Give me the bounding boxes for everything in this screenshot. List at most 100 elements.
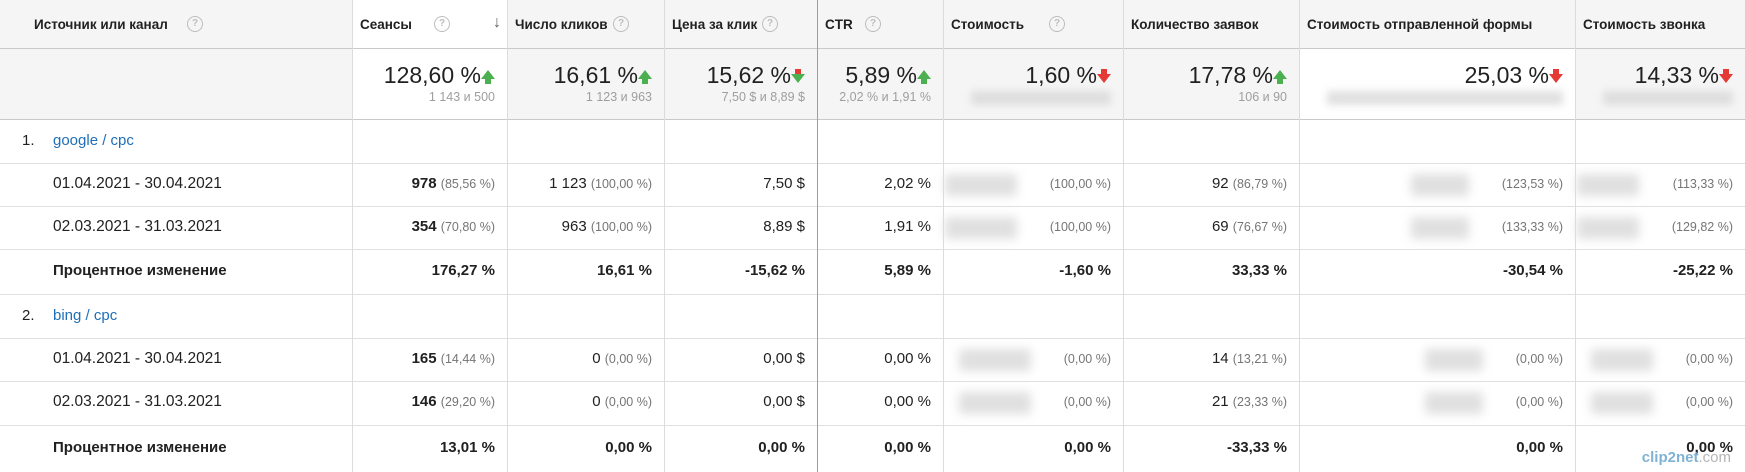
cell-main: 0,00 $ [763,349,805,367]
cell-value: 16,61 % [597,262,652,279]
cell-value: 0 (0,00 %) [592,393,652,410]
cell-percent: (100,00 %) [590,219,652,234]
cell-percent: (76,67 %) [1232,219,1287,234]
column-header-0[interactable]: Источник или канал? [0,0,352,49]
totals-cell-1: 128,60 % 1 143 и 500 [352,49,507,119]
arrow-up-icon [917,70,931,84]
group-link[interactable]: bing / cpc [53,307,117,324]
arrow-down-icon [791,69,805,83]
cell-value: (100,00 %) [1050,175,1111,192]
cell-main: 7,50 $ [763,174,805,192]
watermark: clip2net.com [1642,449,1731,466]
row-label: 02.03.2021 - 31.03.2021 [53,393,222,410]
row-label: Процентное изменение [53,438,227,456]
cell-main: 5,89 % [884,261,931,279]
cell-value: 165 (14,44 %) [412,350,495,367]
total-change-value: 1,60 % [1025,62,1097,88]
watermark-brand: clip2net [1641,449,1699,466]
cell-value: 69 (76,67 %) [1212,218,1287,235]
cell-value: (129,82 %) [1672,218,1733,235]
cell-value: 92 (86,79 %) [1212,175,1287,192]
table-row: 02.03.2021 - 31.03.2021 354 (70,80 %) 963 … [0,206,1745,249]
group-row[interactable]: 2. bing / cpc [0,294,1745,338]
total-compare-values: 1 123 и 963 [585,90,652,104]
cell-main: 978 [411,174,437,192]
sort-down-icon[interactable]: ↓ [493,14,501,32]
totals-cell-5: 1,60 % [943,49,1123,119]
cell-main: 0,00 % [884,349,931,367]
help-icon[interactable]: ? [762,16,778,32]
column-header-5[interactable]: Стоимость? [943,0,1123,49]
help-icon[interactable]: ? [1049,16,1065,32]
column-header-label: Стоимость отправленной формы [1307,17,1533,32]
help-icon[interactable]: ? [434,16,450,32]
cell-main: 0,00 % [605,438,652,456]
help-icon[interactable]: ? [187,16,203,32]
cell-value: 978 (85,56 %) [412,175,495,192]
help-icon[interactable]: ? [613,16,629,32]
column-header-1[interactable]: Сеансы? ↓ [352,0,507,49]
cell-percent: (100,00 %) [1049,176,1111,191]
cell-main: -15,62 % [744,261,805,279]
arrow-up-icon [638,70,652,84]
cell-main: 176,27 % [431,261,495,279]
total-compare-values: 106 и 90 [1238,90,1287,104]
column-header-8[interactable]: Стоимость звонка [1575,0,1745,49]
cell-value: 8,89 $ [763,218,805,235]
cell-main: 0 [592,349,601,367]
group-number: 2. [22,307,35,324]
cell-value: -33,33 % [1227,439,1287,456]
row-divider [0,119,1745,120]
cell-main: 0,00 % [1064,438,1111,456]
cell-value: 0,00 $ [763,393,805,410]
cell-value: 1 123 (100,00 %) [549,175,652,192]
cell-percent: (100,00 %) [1049,219,1111,234]
watermark-suffix: .com [1698,449,1731,466]
cell-value: 1,91 % [884,218,931,235]
cell-main: 92 [1211,174,1229,192]
cell-value: 2,02 % [884,175,931,192]
column-divider [943,0,944,472]
cell-main: -30,54 % [1502,261,1563,279]
column-header-2[interactable]: Число кликов? [507,0,664,49]
report-table: Источник или канал? Сеансы? ↓ Число кликов?… [0,0,1745,472]
column-header-3[interactable]: Цена за клик? [664,0,817,49]
group-link[interactable]: google / cpc [53,132,134,149]
cell-main: 16,61 % [596,261,652,279]
totals-cell-6: 17,78 % 106 и 90 [1123,49,1299,119]
column-header-6[interactable]: Количество заявок [1123,0,1299,49]
totals-cell-7: 25,03 % [1299,49,1575,119]
column-header-label: Цена за клик [672,17,758,32]
cell-main: 21 [1211,393,1229,410]
row-divider [0,381,1745,382]
cell-main: -1,60 % [1059,261,1111,279]
cell-percent: (85,56 %) [440,176,495,191]
cell-percent: (86,79 %) [1232,176,1287,191]
cell-main: 0,00 % [884,393,931,410]
column-header-label: Количество заявок [1131,17,1259,32]
total-change-value: 5,89 % [845,62,917,88]
totals-cell-8: 14,33 % [1575,49,1745,119]
column-header-label: Стоимость [951,17,1025,32]
cell-value: -30,54 % [1503,262,1563,279]
cell-value: (0,00 %) [1686,393,1733,410]
table-row: 01.04.2021 - 30.04.2021 165 (14,44 %) 0 (0… [0,338,1745,381]
totals-cell-3: 15,62 % 7,50 $ и 8,89 $ [664,49,817,119]
cell-main: -33,33 % [1226,438,1287,456]
cell-value: (113,33 %) [1673,175,1733,192]
cell-value: 0,00 % [605,439,652,456]
total-compare-values: 1 143 и 500 [428,90,495,104]
column-header-4[interactable]: CTR? [817,0,943,49]
column-header-7[interactable]: Стоимость отправленной формы [1299,0,1575,49]
column-header-label: Стоимость звонка [1583,17,1706,32]
help-icon[interactable]: ? [865,16,881,32]
group-row[interactable]: 1. google / cpc [0,119,1745,163]
cell-percent: (0,00 %) [1515,395,1563,409]
cell-percent: (100,00 %) [590,176,652,191]
column-divider [664,0,665,472]
cell-percent: (70,80 %) [440,219,495,234]
redacted-value [1411,216,1469,239]
cell-main: 0,00 % [884,438,931,456]
cell-value: 0,00 % [884,439,931,456]
cell-percent: (0,00 %) [604,395,652,409]
